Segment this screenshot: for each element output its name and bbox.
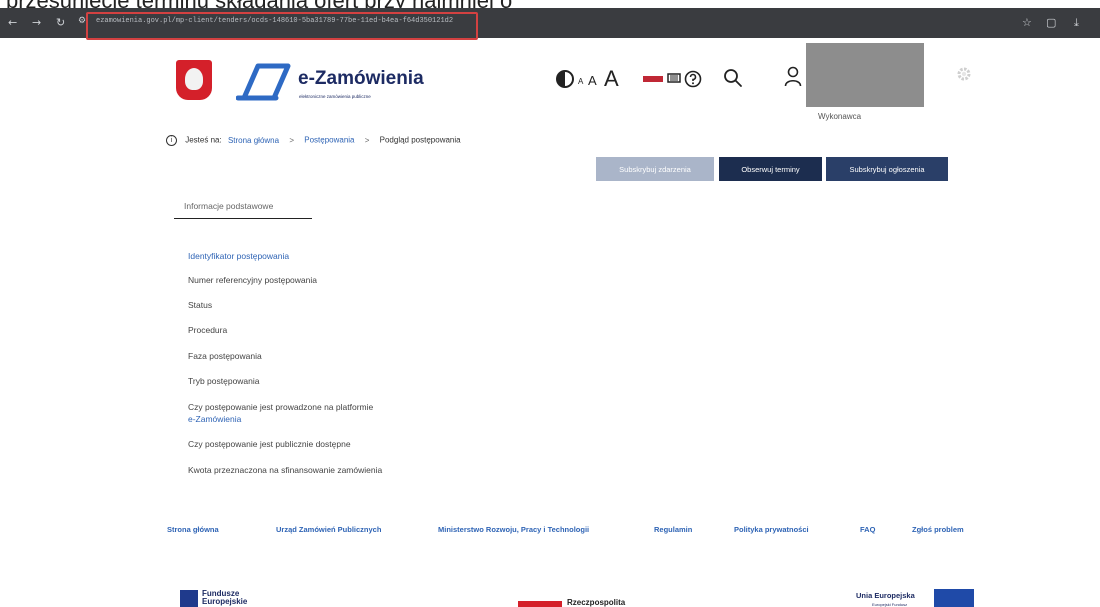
- footer-link-home[interactable]: Strona główna: [167, 525, 219, 534]
- font-size-medium-button[interactable]: A: [588, 73, 597, 88]
- logo-title[interactable]: e-Zamówienia: [298, 68, 424, 90]
- breadcrumb-separator: >: [364, 135, 370, 145]
- field-label-status: Status: [188, 300, 213, 310]
- footer-link-terms[interactable]: Regulamin: [654, 525, 692, 534]
- subscribe-notices-button[interactable]: Subskrybuj ogłoszenia: [826, 157, 948, 181]
- rzeczpospolita-text: Rzeczpospolita: [567, 598, 626, 607]
- footer-link-privacy[interactable]: Polityka prywatności: [734, 525, 809, 534]
- reload-icon[interactable]: ↻: [56, 16, 65, 29]
- help-icon[interactable]: [684, 70, 702, 88]
- download-icon[interactable]: ⤓: [1074, 16, 1079, 30]
- e-zamowienia-logo-icon: [236, 63, 291, 101]
- font-size-large-button[interactable]: A: [604, 66, 619, 92]
- contrast-icon[interactable]: [556, 70, 574, 88]
- field-label-procedure: Procedura: [188, 325, 228, 335]
- footer-link-faq[interactable]: FAQ: [860, 525, 875, 534]
- font-size-small-button[interactable]: A: [578, 77, 583, 86]
- url-highlight-box: [86, 12, 478, 40]
- field-label-phase: Faza postępowania: [188, 351, 262, 361]
- european-funds-logo-icon: [180, 590, 198, 607]
- breadcrumb-item-home[interactable]: Strona główna: [228, 136, 279, 145]
- breadcrumb-item-current: Podgląd postępowania: [379, 135, 461, 145]
- eu-subtext: Europejski Fundusz: [872, 602, 908, 607]
- footer-link-ministry[interactable]: Ministerstwo Rozwoju, Pracy i Technologi…: [438, 525, 589, 534]
- field-label-platform-link: e-Zamówienia: [188, 414, 242, 424]
- tab-active-underline: [174, 218, 312, 219]
- field-label-platform: Czy postępowanie jest prowadzone na plat…: [188, 401, 373, 425]
- search-icon[interactable]: [723, 68, 743, 88]
- field-label-reference-number: Numer referencyjny postępowania: [188, 275, 317, 285]
- footer-link-uzp[interactable]: Urząd Zamówień Publicznych: [276, 525, 381, 534]
- logo-subtitle: elektroniczne zamówienia publiczne: [299, 94, 371, 99]
- eu-flag-icon: [934, 589, 974, 607]
- polish-flag-icon: [518, 601, 562, 607]
- field-label-platform-text: Czy postępowanie jest prowadzone na plat…: [188, 402, 374, 412]
- field-label-public: Czy postępowanie jest publicznie dostępn…: [188, 439, 351, 449]
- redacted-username: [806, 43, 924, 107]
- field-label-mode: Tryb postępowania: [188, 376, 260, 386]
- star-icon[interactable]: ☆: [1022, 16, 1032, 29]
- back-icon[interactable]: ←: [8, 16, 17, 29]
- eu-text: Unia Europejska: [856, 591, 915, 600]
- gear-icon[interactable]: [956, 66, 972, 82]
- watch-deadlines-button[interactable]: Obserwuj terminy: [719, 157, 822, 181]
- subscribe-events-button[interactable]: Subskrybuj zdarzenia: [596, 157, 714, 181]
- language-flag-icon[interactable]: [643, 76, 663, 82]
- user-icon[interactable]: [784, 66, 802, 88]
- tab-basic-info[interactable]: Informacje podstawowe: [184, 201, 273, 211]
- breadcrumb: i Jesteś na: Strona główna > Postępowani…: [166, 135, 461, 146]
- info-icon: i: [166, 135, 177, 146]
- field-label-budget: Kwota przeznaczona na sfinansowanie zamó…: [188, 465, 383, 475]
- user-role-label: Wykonawca: [818, 112, 862, 121]
- forward-icon[interactable]: →: [32, 16, 41, 29]
- breadcrumb-separator: >: [289, 135, 294, 145]
- european-funds-line2: Europejskie: [202, 597, 248, 606]
- breadcrumb-item-proceedings[interactable]: Postępowania: [304, 136, 354, 145]
- government-emblem-icon: [176, 60, 212, 100]
- breadcrumb-prefix: Jesteś na:: [185, 135, 222, 145]
- site-info-icon[interactable]: ⚙: [78, 16, 86, 26]
- footer-link-report-problem[interactable]: Zgłoś problem: [912, 525, 964, 534]
- sign-language-icon[interactable]: [667, 71, 681, 85]
- field-label-identifier: Identyfikator postępowania: [188, 251, 290, 261]
- european-funds-text: Fundusze Europejskie: [202, 590, 247, 606]
- extension-icon[interactable]: ▢: [1046, 16, 1056, 29]
